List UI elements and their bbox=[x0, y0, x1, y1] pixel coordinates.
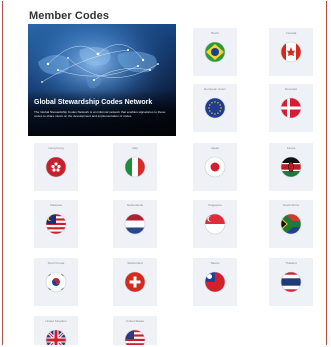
taiwan-flag-icon bbox=[204, 271, 226, 293]
member-name: Canada bbox=[285, 31, 297, 35]
member-name: United Kingdom bbox=[45, 319, 67, 323]
member-name: Hong Kong bbox=[48, 146, 64, 150]
brazil-flag-icon bbox=[204, 41, 226, 63]
south-korea-flag-icon bbox=[45, 271, 67, 293]
member-name: Thailand bbox=[285, 261, 297, 265]
italy-flag-icon bbox=[124, 156, 146, 178]
hero-description: The Global Stewardship Codes Network is … bbox=[34, 110, 166, 119]
switzerland-flag-icon bbox=[124, 271, 146, 293]
member-name: European Union bbox=[204, 87, 226, 91]
member-tile[interactable]: Brazil bbox=[193, 28, 237, 76]
member-name: Denmark bbox=[284, 87, 298, 91]
member-tile[interactable]: Denmark bbox=[269, 84, 313, 132]
page-title: Member Codes bbox=[29, 10, 110, 22]
member-tile[interactable]: United Kingdom bbox=[34, 316, 78, 345]
member-name: Malaysia bbox=[50, 203, 62, 207]
thailand-flag-icon bbox=[280, 271, 302, 293]
member-name: Taiwan bbox=[210, 261, 220, 265]
hong-kong-flag-icon bbox=[45, 156, 67, 178]
member-tile[interactable]: Singapore bbox=[193, 200, 237, 248]
malaysia-flag-icon bbox=[45, 213, 67, 235]
uk-flag-icon bbox=[45, 329, 67, 345]
member-tile[interactable]: Netherlands bbox=[113, 200, 157, 248]
kenya-flag-icon bbox=[280, 156, 302, 178]
usa-flag-icon bbox=[124, 329, 146, 345]
denmark-flag-icon bbox=[280, 97, 302, 119]
member-tile[interactable]: Hong Kong bbox=[34, 143, 78, 191]
member-tile[interactable]: Canada bbox=[269, 28, 313, 76]
canada-flag-icon bbox=[280, 41, 302, 63]
member-tile[interactable]: South Korea bbox=[34, 258, 78, 306]
member-name: Singapore bbox=[208, 203, 222, 207]
member-tile[interactable]: Japan bbox=[193, 143, 237, 191]
member-tile[interactable]: Switzerland bbox=[113, 258, 157, 306]
member-name: United States bbox=[125, 319, 144, 323]
member-name: South Korea bbox=[47, 261, 65, 265]
singapore-flag-icon bbox=[204, 213, 226, 235]
member-name: Kenya bbox=[286, 146, 296, 150]
hero-title[interactable]: Global Stewardship Codes Network bbox=[34, 99, 152, 106]
member-tile[interactable]: Italy bbox=[113, 143, 157, 191]
hero-card[interactable]: Global Stewardship Codes Network The Glo… bbox=[28, 24, 176, 136]
member-tile[interactable]: United States bbox=[113, 316, 157, 345]
member-name: Brazil bbox=[211, 31, 219, 35]
member-tile[interactable]: European Union bbox=[193, 84, 237, 132]
member-tile[interactable]: Taiwan bbox=[193, 258, 237, 306]
netherlands-flag-icon bbox=[124, 213, 146, 235]
member-name: Netherlands bbox=[126, 203, 144, 207]
south-africa-flag-icon bbox=[280, 213, 302, 235]
member-tile[interactable]: Thailand bbox=[269, 258, 313, 306]
member-name: Japan bbox=[210, 146, 220, 150]
member-tile[interactable]: Kenya bbox=[269, 143, 313, 191]
member-tile[interactable]: South Africa bbox=[269, 200, 313, 248]
japan-flag-icon bbox=[204, 156, 226, 178]
member-name: South Africa bbox=[282, 203, 300, 207]
member-codes-panel: Member Codes Global Stewardship Codes Ne… bbox=[2, 1, 327, 345]
member-name: Switzerland bbox=[127, 261, 143, 265]
eu-flag-icon bbox=[204, 97, 226, 119]
member-name: Italy bbox=[132, 146, 138, 150]
member-tile[interactable]: Malaysia bbox=[34, 200, 78, 248]
